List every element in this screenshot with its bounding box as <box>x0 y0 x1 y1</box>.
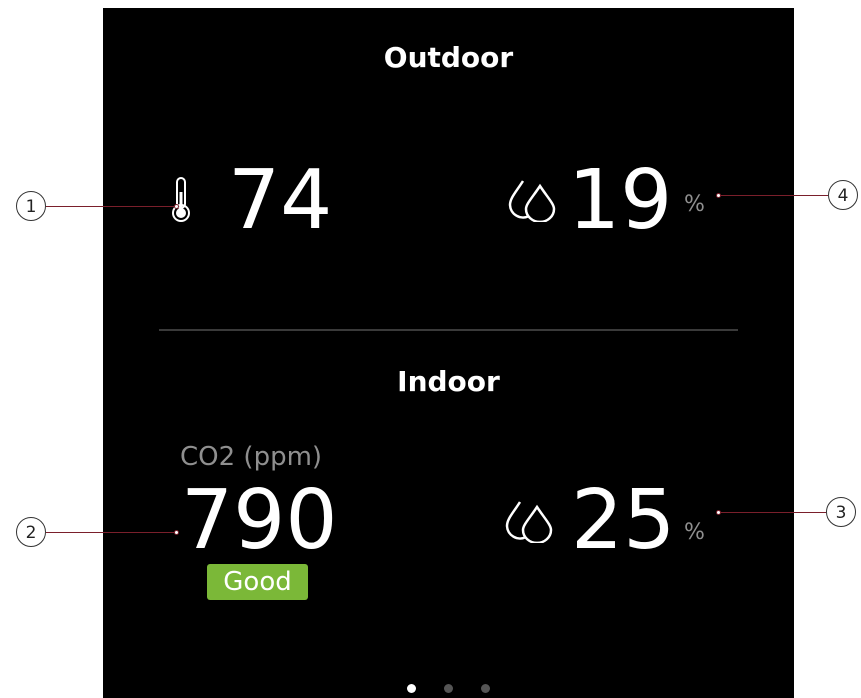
callout-number: 3 <box>826 497 856 527</box>
co2-value: 790 <box>181 473 338 568</box>
outdoor-humidity-value: 19 <box>568 153 673 248</box>
callout-line <box>720 512 826 513</box>
outdoor-title: Outdoor <box>383 41 514 74</box>
indoor-humidity-value: 25 <box>571 473 676 568</box>
page-dot[interactable] <box>481 684 490 693</box>
callout-dot <box>174 204 179 209</box>
callout-line <box>46 206 176 207</box>
callout-dot <box>716 193 721 198</box>
callout-dot <box>716 510 721 515</box>
callout-number: 1 <box>16 191 46 221</box>
indoor-title: Indoor <box>397 365 500 398</box>
callout-number: 2 <box>16 517 46 547</box>
indoor-humidity-unit: % <box>684 520 705 545</box>
air-quality-status-badge: Good <box>207 564 308 600</box>
thermostat-screen: Outdoor 74 19 % Indoor CO2 (ppm) 790 Goo… <box>103 8 794 698</box>
outdoor-temperature-value: 74 <box>228 153 333 248</box>
humidity-drops-icon <box>505 501 553 543</box>
page-dot[interactable] <box>407 684 416 693</box>
callout-line <box>720 195 828 196</box>
callout-dot <box>174 530 179 535</box>
section-divider <box>159 329 738 331</box>
humidity-drops-icon <box>508 180 556 222</box>
page-dot[interactable] <box>444 684 453 693</box>
outdoor-humidity-unit: % <box>684 192 705 217</box>
callout-number: 4 <box>828 180 858 210</box>
callout-line <box>46 532 176 533</box>
thermometer-icon <box>172 177 190 222</box>
co2-label: CO2 (ppm) <box>180 442 323 472</box>
page-indicator <box>103 678 794 693</box>
